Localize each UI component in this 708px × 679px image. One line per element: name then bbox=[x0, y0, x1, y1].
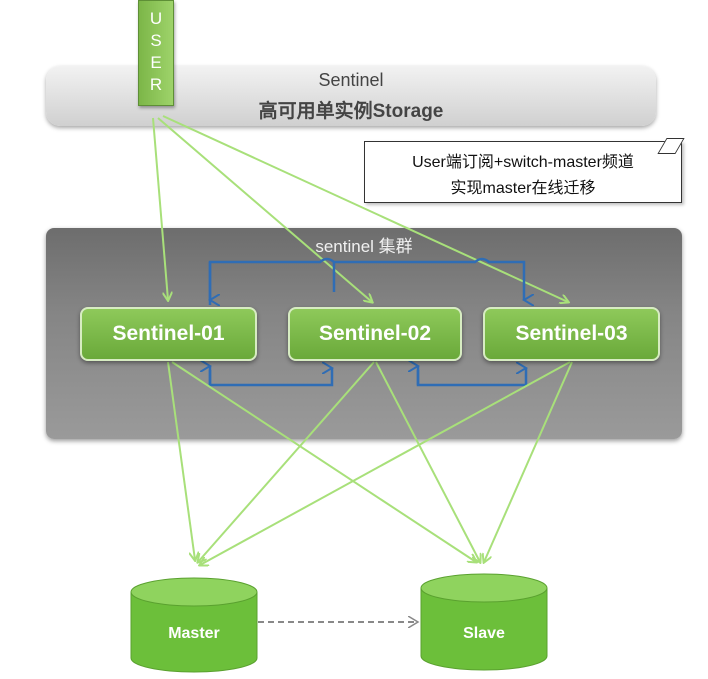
sentinel-01-label: Sentinel-01 bbox=[112, 322, 225, 345]
sentinel-02-label: Sentinel-02 bbox=[318, 322, 432, 345]
sentinel-01-node: Sentinel-01 bbox=[80, 307, 257, 361]
user-letter-r: R bbox=[149, 75, 163, 94]
note-box: User端订阅+switch-master频道 实现master在线迁移 bbox=[364, 141, 682, 203]
user-letter-e: E bbox=[150, 53, 162, 72]
slave-label: Slave bbox=[463, 625, 505, 642]
master-label: Master bbox=[168, 625, 220, 642]
sentinel-02-node: Sentinel-02 bbox=[288, 307, 462, 361]
sentinel-03-label: Sentinel-03 bbox=[515, 322, 628, 345]
user-letter-u: U bbox=[149, 9, 163, 28]
slave-db-shape bbox=[420, 573, 548, 671]
user-letter-s: S bbox=[150, 31, 162, 50]
note-line-2: 实现master在线迁移 bbox=[450, 180, 596, 197]
sentinel-03-node: Sentinel-03 bbox=[483, 307, 660, 361]
user-tab: U S E R bbox=[138, 0, 174, 106]
note-line-1: User端订阅+switch-master频道 bbox=[412, 154, 634, 171]
sentinel-db-connections bbox=[167, 361, 573, 565]
